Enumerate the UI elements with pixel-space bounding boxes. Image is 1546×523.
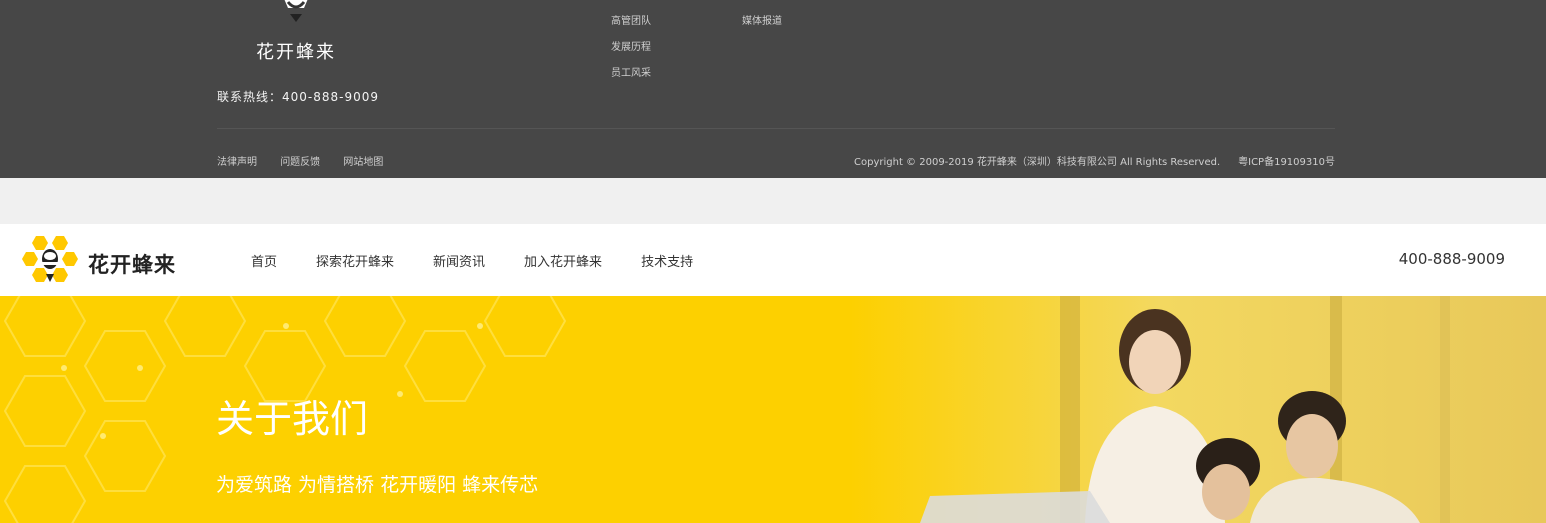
nav-item-support[interactable]: 技术支持	[641, 251, 693, 270]
nav-brand-name[interactable]: 花开蜂来	[88, 249, 176, 279]
footer-links-column-2: 媒体报道	[742, 9, 782, 35]
icp-number[interactable]: 粤ICP备19109310号	[1238, 157, 1335, 168]
nav-item-news[interactable]: 新闻资讯	[433, 251, 485, 270]
site-footer: 花开蜂来 联系热线：400-888-9009 高管团队 发展历程 员工风采 媒体…	[0, 0, 1546, 178]
nav-item-join[interactable]: 加入花开蜂来	[524, 251, 602, 270]
nav-item-explore[interactable]: 探索花开蜂来	[316, 251, 394, 270]
footer-link-legal[interactable]: 法律声明	[217, 157, 257, 168]
top-navigation: 花开蜂来 首页 探索花开蜂来 新闻资讯 加入花开蜂来 技术支持 400-888-…	[0, 224, 1546, 296]
footer-legal-links: 法律声明 问题反馈 网站地图	[217, 153, 403, 168]
about-banner: 关于我们 为爱筑路 为情搭桥 花开暖阳 蜂来传芯	[0, 296, 1546, 523]
footer-link-sitemap[interactable]: 网站地图	[343, 157, 383, 168]
nav-item-home[interactable]: 首页	[251, 251, 277, 270]
footer-divider	[217, 128, 1335, 129]
footer-link-executive-team[interactable]: 高管团队	[611, 9, 651, 35]
footer-copyright: Copyright © 2009-2019 花开蜂来（深圳）科技有限公司 All…	[854, 153, 1335, 168]
footer-brand-name: 花开蜂来	[256, 42, 336, 63]
footer-hotline: 联系热线：400-888-9009	[217, 90, 380, 104]
footer-link-history[interactable]: 发展历程	[611, 35, 651, 61]
footer-link-media[interactable]: 媒体报道	[742, 9, 782, 35]
copyright-text: Copyright © 2009-2019 花开蜂来（深圳）科技有限公司 All…	[854, 157, 1221, 168]
footer-link-feedback[interactable]: 问题反馈	[280, 157, 320, 168]
bee-logo-icon[interactable]	[22, 234, 78, 286]
banner-subtitle: 为爱筑路 为情搭桥 花开暖阳 蜂来传芯	[216, 474, 539, 496]
footer-link-staff[interactable]: 员工风采	[611, 61, 651, 87]
footer-links-column-1: 高管团队 发展历程 员工风采	[611, 9, 651, 87]
main-menu: 首页 探索花开蜂来 新闻资讯 加入花开蜂来 技术支持	[251, 251, 732, 270]
nav-phone-number: 400-888-9009	[1398, 250, 1505, 268]
banner-title: 关于我们	[216, 397, 369, 441]
bee-logo-icon	[284, 0, 308, 22]
